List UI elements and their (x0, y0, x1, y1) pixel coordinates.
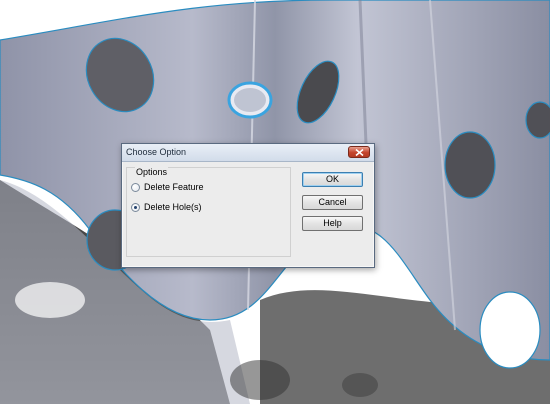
ok-button[interactable]: OK (302, 172, 363, 187)
choose-option-dialog: Choose Option Options Delete Feature Del… (121, 143, 375, 268)
cancel-button[interactable]: Cancel (302, 195, 363, 210)
delete-feature-label: Delete Feature (144, 182, 204, 192)
delete-feature-radio[interactable] (131, 182, 140, 192)
hole (444, 131, 496, 199)
help-button[interactable]: Help (302, 216, 363, 231)
dialog-title: Choose Option (126, 147, 187, 157)
delete-holes-option[interactable]: Delete Hole(s) (131, 202, 202, 212)
dialog-titlebar[interactable]: Choose Option (122, 144, 374, 162)
hole (525, 101, 550, 139)
delete-holes-label: Delete Hole(s) (144, 202, 202, 212)
options-legend: Options (135, 167, 169, 177)
hole (479, 291, 541, 369)
delete-feature-option[interactable]: Delete Feature (131, 182, 204, 192)
close-button[interactable] (348, 146, 370, 158)
options-groupbox: Options Delete Feature Delete Hole(s) (126, 167, 291, 257)
close-icon (355, 149, 364, 156)
delete-holes-radio[interactable] (131, 202, 140, 212)
